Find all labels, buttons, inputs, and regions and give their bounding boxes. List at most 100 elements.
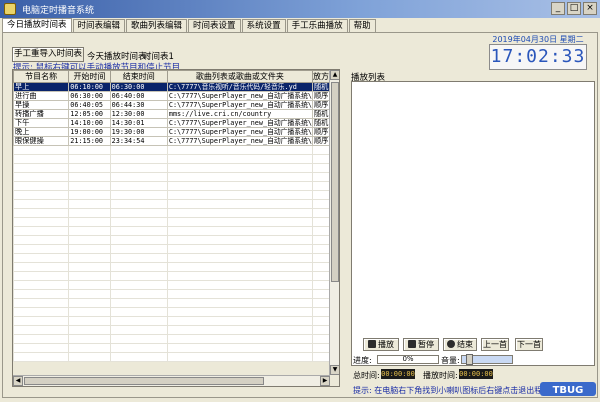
empty-cell <box>68 226 111 236</box>
empty-cell <box>166 298 313 308</box>
tab-help[interactable]: 帮助 <box>348 19 376 32</box>
empty-cell <box>166 253 313 263</box>
empty-cell <box>109 298 168 308</box>
empty-cell <box>68 271 111 281</box>
empty-cell <box>311 298 330 308</box>
empty-row <box>13 271 330 281</box>
program-name-cell: 晚上 <box>13 127 70 137</box>
col-header-mode[interactable]: 放方 <box>311 70 330 83</box>
tab-manual-play[interactable]: 手工乐曲播放 <box>286 19 348 32</box>
empty-cell <box>166 163 313 173</box>
table-row[interactable]: 进行曲 06:30:00 06:40:00 C:\7777\SuperPlayer_n… <box>13 91 330 101</box>
table-horizontal-scrollbar[interactable]: ◀ ▶ <box>13 375 330 386</box>
empty-cell <box>13 307 70 317</box>
window-title: 电脑定时播音系统 <box>22 5 95 16</box>
reimport-schedule-button[interactable]: 手工重导入时间表 <box>12 47 84 62</box>
empty-cell <box>68 325 111 335</box>
end-time-cell: 12:30:00 <box>109 109 168 119</box>
tab-today-schedule[interactable]: 今日播放时间表 <box>2 18 72 32</box>
tab-song-list-edit[interactable]: 歌曲列表编辑 <box>126 19 188 32</box>
table-vertical-scrollbar[interactable]: ▲ ▼ <box>329 70 339 375</box>
played-time-label: 播放时间: <box>423 371 458 380</box>
empty-cell <box>13 145 70 155</box>
empty-cell <box>13 352 70 362</box>
table-row[interactable]: 早操 06:40:05 06:44:30 C:\7777\SuperPlayer_ne… <box>13 100 330 110</box>
empty-cell <box>311 208 330 218</box>
empty-cell <box>13 271 70 281</box>
empty-cell <box>13 289 70 299</box>
empty-cell <box>13 244 70 254</box>
empty-cell <box>109 307 168 317</box>
play-button[interactable]: 播放 <box>363 338 399 351</box>
play-mode-cell: 随机 <box>311 82 330 92</box>
empty-row <box>13 190 330 200</box>
table-row[interactable]: 早上 06:10:00 06:30:00 C:\7777\音乐视听/音乐代码/轻音乐.… <box>13 82 330 92</box>
scroll-left-icon[interactable]: ◀ <box>13 376 23 386</box>
table-row[interactable]: 晚上 19:00:00 19:30:00 C:\7777\SuperPlayer_ne… <box>13 127 330 137</box>
volume-slider-thumb[interactable] <box>465 354 473 365</box>
empty-row <box>13 235 330 245</box>
empty-cell <box>13 235 70 245</box>
empty-cell <box>68 262 111 272</box>
playlist-box[interactable] <box>351 81 595 366</box>
empty-cell <box>109 334 168 344</box>
watermark-text: TBUG <box>553 385 584 396</box>
empty-cell <box>68 181 111 191</box>
empty-cell <box>13 280 70 290</box>
empty-cell <box>311 343 330 353</box>
empty-cell <box>311 163 330 173</box>
close-button[interactable]: × <box>583 2 597 15</box>
empty-cell <box>311 154 330 164</box>
volume-label: 音量: <box>441 356 460 365</box>
col-header-source[interactable]: 歌曲列表或歌曲或文件夹 <box>166 70 313 83</box>
start-time-cell: 21:15:00 <box>68 136 111 146</box>
scrollbar-thumb[interactable] <box>331 82 339 282</box>
empty-cell <box>68 145 111 155</box>
table-row[interactable]: 眼保健操 21:15:00 23:34:54 C:\7777\SuperPlayer_… <box>13 136 330 146</box>
end-time-cell: 23:34:54 <box>109 136 168 146</box>
empty-cell <box>68 217 111 227</box>
empty-cell <box>68 289 111 299</box>
stop-button[interactable]: 结束 <box>443 338 477 351</box>
progress-label: 进度: <box>353 356 372 365</box>
empty-cell <box>166 154 313 164</box>
scroll-up-icon[interactable]: ▲ <box>330 70 339 80</box>
prev-track-button[interactable]: 上一首 <box>481 338 509 351</box>
pause-button[interactable]: 暂停 <box>403 338 439 351</box>
empty-cell <box>13 253 70 263</box>
source-cell: C:\7777\音乐视听/音乐代码/轻音乐.yd <box>166 82 313 92</box>
col-header-end[interactable]: 结束时间 <box>109 70 168 83</box>
tab-schedule-edit[interactable]: 时间表编辑 <box>72 19 126 32</box>
empty-cell <box>68 190 111 200</box>
play-mode-cell: 顺序 <box>311 127 330 137</box>
tab-schedule-settings[interactable]: 时间表设置 <box>188 19 241 32</box>
col-header-program[interactable]: 节目名称 <box>13 70 70 83</box>
col-header-start[interactable]: 开始时间 <box>68 70 111 83</box>
empty-cell <box>68 343 111 353</box>
empty-cell <box>109 154 168 164</box>
table-row[interactable]: 转播广播 12:05:00 12:30:00 mms://live.cri.cn/co… <box>13 109 330 119</box>
empty-cell <box>68 280 111 290</box>
empty-cell <box>166 262 313 272</box>
empty-cell <box>166 316 313 326</box>
next-track-button[interactable]: 下一首 <box>515 338 543 351</box>
scrollbar-thumb[interactable] <box>24 377 264 385</box>
empty-cell <box>109 316 168 326</box>
scroll-down-icon[interactable]: ▼ <box>330 365 339 375</box>
table-row[interactable]: 下午 14:10:00 14:30:01 C:\7777\SuperPlayer_ne… <box>13 118 330 128</box>
empty-row <box>13 163 330 173</box>
maximize-button[interactable]: □ <box>567 2 581 15</box>
program-name-cell: 早操 <box>13 100 70 110</box>
empty-cell <box>166 172 313 182</box>
tab-system-settings[interactable]: 系统设置 <box>241 19 286 32</box>
play-mode-cell: 顺序 <box>311 91 330 101</box>
minimize-button[interactable]: _ <box>551 2 565 15</box>
scroll-right-icon[interactable]: ▶ <box>320 376 330 386</box>
schedule-table[interactable]: 节目名称 开始时间 结束时间 歌曲列表或歌曲或文件夹 放方 早上 06:10:00… <box>12 69 340 387</box>
source-cell: C:\7777\SuperPlayer_new_自动广播系统\ <box>166 127 313 137</box>
played-time-display: 00:00:00 <box>459 369 493 379</box>
start-time-cell: 19:00:00 <box>68 127 111 137</box>
empty-cell <box>166 271 313 281</box>
pause-label: 暂停 <box>418 340 434 349</box>
play-mode-cell: 顺序 <box>311 136 330 146</box>
